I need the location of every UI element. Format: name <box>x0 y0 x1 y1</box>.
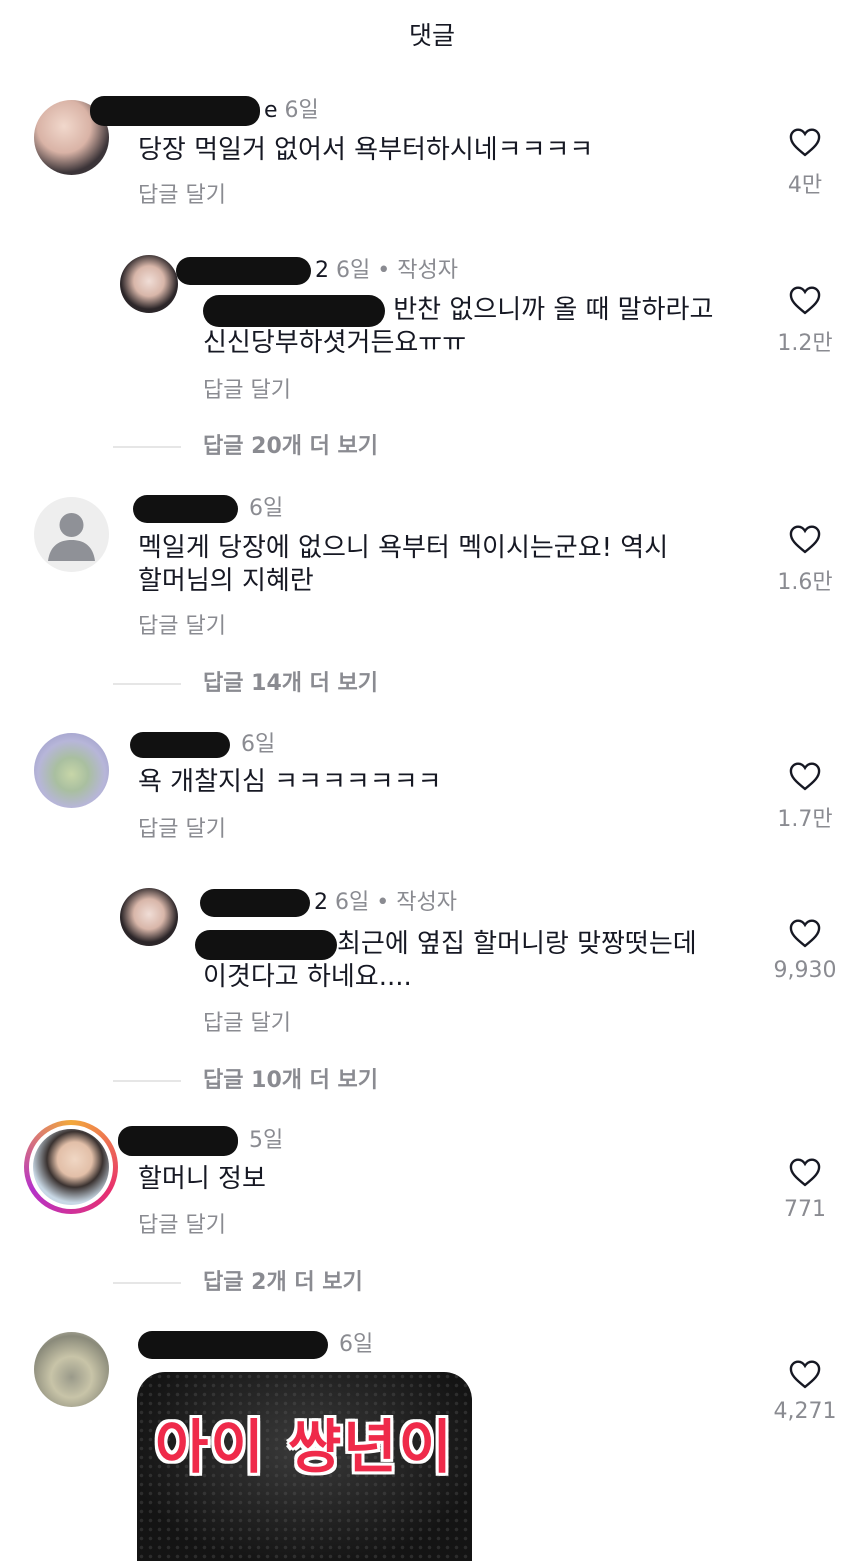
heart-icon <box>789 1158 821 1187</box>
view-more-replies[interactable]: 답글 20개 더 보기 <box>113 428 378 460</box>
page-title: 댓글 <box>408 21 455 50</box>
username-fragment: e <box>264 98 278 123</box>
comment-text-line1: 멕일게 당장에 없으니 욕부터 멕이시는군요! 역시 <box>138 533 669 563</box>
like-count: 1.7만 <box>777 807 833 832</box>
reply-button[interactable]: 답글 달기 <box>138 608 226 640</box>
avatar[interactable] <box>34 1332 109 1407</box>
reply-button[interactable]: 답글 달기 <box>138 1207 226 1239</box>
author-badge: 작성자 <box>397 258 458 283</box>
comment-text: 당장 먹일거 없어서 욕부터하시네ㅋㅋㅋㅋ <box>138 135 594 165</box>
like-count: 9,930 <box>773 958 837 983</box>
like-button[interactable]: 1.6만 <box>765 523 845 596</box>
redacted-username[interactable] <box>176 257 311 285</box>
redacted-mention[interactable] <box>195 929 337 960</box>
divider-line <box>113 446 181 448</box>
view-more-label: 답글 20개 더 보기 <box>203 434 379 459</box>
comment-text-line1: 최근에 옆집 할머니랑 맞짱떳는데 <box>337 929 697 959</box>
sticker-image[interactable]: 아이 썅년이 <box>137 1372 472 1561</box>
heart-icon <box>789 525 821 554</box>
like-button[interactable]: 771 <box>765 1156 845 1222</box>
heart-icon <box>789 919 821 948</box>
heart-icon <box>789 762 821 791</box>
comment-meta: e 6일 <box>90 92 319 126</box>
comment-text: 할머니 정보 <box>138 1164 266 1194</box>
redacted-username[interactable] <box>138 1331 328 1359</box>
avatar[interactable] <box>120 888 178 946</box>
redacted-mention[interactable] <box>203 294 385 327</box>
divider-line <box>113 1282 181 1284</box>
default-avatar-icon[interactable] <box>34 497 109 572</box>
redacted-username[interactable] <box>133 495 238 523</box>
redacted-username[interactable] <box>118 1126 238 1156</box>
comment-text-line1: 반찬 없으니까 올 때 말하라고 <box>393 295 714 325</box>
divider-line <box>113 683 181 685</box>
divider-line <box>113 1080 181 1082</box>
view-more-label: 답글 10개 더 보기 <box>203 1068 379 1093</box>
comment-text: 반찬 없으니까 올 때 말하라고 신신당부하셧거든요ㅠㅠ <box>203 294 713 360</box>
redacted-username[interactable] <box>90 96 260 126</box>
like-count: 771 <box>784 1197 826 1222</box>
username-fragment: 2 <box>315 258 329 283</box>
like-button[interactable]: 9,930 <box>765 917 845 983</box>
comment-meta: 2 6일 • 작성자 <box>200 884 457 917</box>
avatar[interactable] <box>120 255 178 313</box>
comment-meta: 6일 <box>133 490 283 523</box>
heart-icon <box>789 1360 821 1389</box>
comment-meta: 6일 <box>130 726 275 758</box>
heart-icon <box>789 128 821 157</box>
comment-time: 6일 <box>249 496 284 521</box>
view-more-replies[interactable]: 답글 14개 더 보기 <box>113 665 378 697</box>
comment-time: 6일 <box>336 258 371 283</box>
redacted-username[interactable] <box>130 732 230 758</box>
comment-time: 6일 <box>284 98 319 123</box>
comment-text-line2: 이겻다고 하네요.... <box>203 962 412 992</box>
redacted-username[interactable] <box>200 889 310 917</box>
like-count: 1.2만 <box>777 331 833 356</box>
author-badge: 작성자 <box>396 890 457 915</box>
comment-text-line2: 할머님의 지혜란 <box>138 566 314 596</box>
comment-time: 6일 <box>241 732 276 757</box>
reply-button[interactable]: 답글 달기 <box>203 372 291 404</box>
comment-meta: 5일 <box>118 1122 283 1156</box>
comment-meta: 6일 <box>138 1326 373 1359</box>
comment-time: 6일 <box>339 1332 374 1357</box>
view-more-label: 답글 2개 더 보기 <box>203 1270 363 1295</box>
comment-text: 욕 개찰지심 ㅋㅋㅋㅋㅋㅋㅋ <box>138 767 442 797</box>
comments-header: 댓글 <box>0 0 864 70</box>
comment-meta: 2 6일 • 작성자 <box>176 252 458 285</box>
view-more-replies[interactable]: 답글 10개 더 보기 <box>113 1062 378 1094</box>
like-count: 4,271 <box>773 1399 837 1424</box>
like-button[interactable]: 1.7만 <box>765 760 845 833</box>
avatar[interactable] <box>34 733 109 808</box>
like-count: 4만 <box>787 173 823 198</box>
reply-button[interactable]: 답글 달기 <box>138 177 226 209</box>
heart-icon <box>789 286 821 315</box>
comment-time: 5일 <box>249 1128 284 1153</box>
comment-text: 최근에 옆집 할머니랑 맞짱떳는데 이겻다고 하네요.... <box>195 928 697 994</box>
like-button[interactable]: 4,271 <box>765 1358 845 1424</box>
comment-text-line2: 신신당부하셧거든요ㅠㅠ <box>203 328 467 358</box>
view-more-label: 답글 14개 더 보기 <box>203 671 379 696</box>
username-fragment: 2 <box>314 890 328 915</box>
avatar-photo <box>33 1129 109 1205</box>
reply-button[interactable]: 답글 달기 <box>138 811 226 843</box>
like-count: 1.6만 <box>777 570 833 595</box>
reply-button[interactable]: 답글 달기 <box>203 1005 291 1037</box>
view-more-replies[interactable]: 답글 2개 더 보기 <box>113 1264 363 1296</box>
like-button[interactable]: 4만 <box>765 126 845 199</box>
like-button[interactable]: 1.2만 <box>765 284 845 357</box>
comment-time: 6일 <box>335 890 370 915</box>
sticker-text: 아이 썅년이 <box>155 1413 454 1481</box>
comment-text: 멕일게 당장에 없으니 욕부터 멕이시는군요! 역시 할머님의 지혜란 <box>138 532 668 598</box>
